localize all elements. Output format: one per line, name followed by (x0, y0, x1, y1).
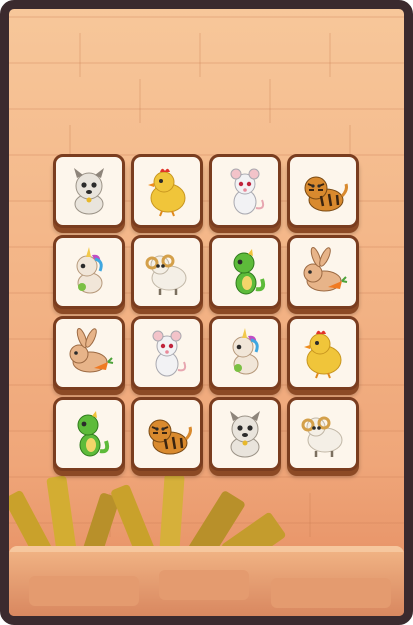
tile-mouse[interactable] (209, 154, 281, 228)
tile-chicken[interactable] (131, 154, 203, 228)
tile-sheep[interactable] (131, 235, 203, 309)
ground-stone (159, 570, 249, 600)
tile-dog[interactable] (209, 397, 281, 471)
brick-seam (79, 33, 81, 77)
tiger-icon (293, 162, 353, 220)
ground-stone (271, 578, 391, 608)
game-frame (0, 0, 413, 625)
mouse-icon (215, 162, 275, 220)
sheep-icon (137, 243, 197, 301)
tile-dog[interactable] (53, 154, 125, 228)
rabbit-icon (59, 324, 119, 382)
dragon-icon (59, 405, 119, 463)
brick-seam (139, 79, 141, 123)
tile-rabbit[interactable] (53, 316, 125, 390)
chicken-icon (293, 324, 353, 382)
tile-rabbit[interactable] (287, 235, 359, 309)
tile-chicken[interactable] (287, 316, 359, 390)
dog-icon (59, 162, 119, 220)
brick-seam (199, 33, 201, 77)
dragon-icon (215, 243, 275, 301)
rabbit-icon (293, 243, 353, 301)
tile-unicorn[interactable] (209, 316, 281, 390)
mouse-icon (137, 324, 197, 382)
chicken-icon (137, 162, 197, 220)
unicorn-icon (59, 243, 119, 301)
unicorn-icon (215, 324, 275, 382)
tile-board (53, 154, 365, 474)
tile-mouse[interactable] (131, 316, 203, 390)
tiger-icon (137, 405, 197, 463)
tile-unicorn[interactable] (53, 235, 125, 309)
tile-dragon[interactable] (209, 235, 281, 309)
ground-stone (29, 576, 139, 606)
tile-sheep[interactable] (287, 397, 359, 471)
tile-tiger[interactable] (131, 397, 203, 471)
dog-icon (215, 405, 275, 463)
sheep-icon (293, 405, 353, 463)
brick-seam (329, 33, 331, 77)
brick-seam (309, 493, 311, 537)
brick-seam (269, 79, 271, 123)
tile-dragon[interactable] (53, 397, 125, 471)
tile-tiger[interactable] (287, 154, 359, 228)
